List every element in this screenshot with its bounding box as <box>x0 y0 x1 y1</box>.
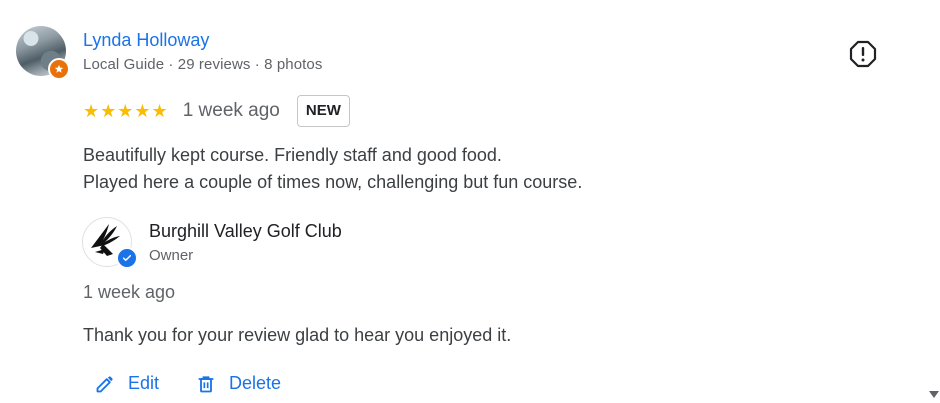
reviewer-meta: Local Guide · 29 reviews · 8 photos <box>83 56 323 73</box>
rating-row: ★★★★★ 1 week ago NEW <box>83 94 350 128</box>
edit-button[interactable]: Edit <box>95 373 159 394</box>
owner-role: Owner <box>149 247 194 264</box>
delete-button[interactable]: Delete <box>196 373 281 394</box>
owner-name: Burghill Valley Golf Club <box>149 221 342 241</box>
review-text: Beautifully kept course. Friendly staff … <box>83 142 582 196</box>
delete-label: Delete <box>229 373 282 393</box>
pencil-icon <box>96 375 113 392</box>
trash-icon <box>198 375 214 392</box>
reviewer-name[interactable]: Lynda Holloway <box>83 30 209 51</box>
review-text-line: Played here a couple of times now, chall… <box>83 172 583 192</box>
edit-label: Edit <box>128 373 160 393</box>
new-badge: NEW <box>296 95 350 127</box>
report-icon[interactable] <box>849 40 877 68</box>
scroll-down-arrow[interactable] <box>929 391 939 398</box>
reply-actions: Edit Delete <box>95 373 281 394</box>
verified-check-icon <box>116 247 138 269</box>
review-text-line: Beautifully kept course. Friendly staff … <box>83 145 502 165</box>
reply-text: Thank you for your review glad to hear y… <box>83 325 512 345</box>
reply-date: 1 week ago <box>83 282 176 302</box>
star-rating: ★★★★★ <box>83 100 169 121</box>
reviewer-avatar[interactable] <box>16 26 70 80</box>
local-guide-star-icon <box>48 58 70 80</box>
review-date: 1 week ago <box>182 100 280 121</box>
